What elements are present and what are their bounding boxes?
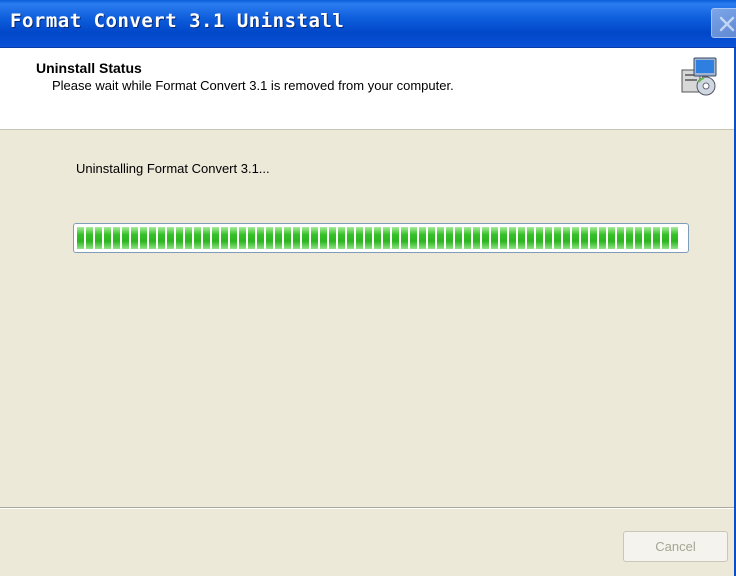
progress-segment <box>311 227 318 249</box>
progress-segment <box>527 227 534 249</box>
status-text: Uninstalling Format Convert 3.1... <box>76 161 270 176</box>
progress-segment <box>671 227 678 249</box>
progress-segment <box>329 227 336 249</box>
progress-segment <box>518 227 525 249</box>
progress-segment <box>590 227 597 249</box>
progress-segment <box>338 227 345 249</box>
progress-segment <box>608 227 615 249</box>
progress-segment <box>158 227 165 249</box>
progress-segment <box>473 227 480 249</box>
progress-segment <box>644 227 651 249</box>
progress-segment <box>554 227 561 249</box>
progress-segment <box>230 227 237 249</box>
progress-segment <box>113 227 120 249</box>
progress-segment <box>266 227 273 249</box>
progress-segment <box>347 227 354 249</box>
progress-segment <box>536 227 543 249</box>
progress-segment <box>320 227 327 249</box>
close-icon <box>719 16 735 32</box>
progress-segment <box>401 227 408 249</box>
progress-segment <box>275 227 282 249</box>
progress-segment <box>212 227 219 249</box>
progress-segment <box>626 227 633 249</box>
progress-bar <box>73 223 689 253</box>
progress-segment <box>167 227 174 249</box>
progress-segment <box>176 227 183 249</box>
progress-segment <box>86 227 93 249</box>
progress-segment <box>662 227 669 249</box>
progress-segment <box>257 227 264 249</box>
progress-segment <box>356 227 363 249</box>
progress-segment <box>149 227 156 249</box>
progress-segment <box>95 227 102 249</box>
progress-segment <box>599 227 606 249</box>
header-title: Uninstall Status <box>36 60 142 76</box>
progress-segment <box>221 227 228 249</box>
progress-segment <box>653 227 660 249</box>
progress-segment <box>185 227 192 249</box>
progress-segment <box>104 227 111 249</box>
progress-segment <box>482 227 489 249</box>
header-panel: Uninstall Status Please wait while Forma… <box>0 48 736 130</box>
progress-segment <box>374 227 381 249</box>
progress-segment <box>491 227 498 249</box>
progress-segment <box>392 227 399 249</box>
progress-segment <box>410 227 417 249</box>
progress-segment <box>428 227 435 249</box>
progress-segment <box>239 227 246 249</box>
progress-segment <box>302 227 309 249</box>
progress-segment <box>284 227 291 249</box>
progress-segment <box>545 227 552 249</box>
progress-segment <box>455 227 462 249</box>
footer-divider <box>0 507 736 509</box>
progress-segment <box>464 227 471 249</box>
cancel-button[interactable]: Cancel <box>623 531 728 562</box>
progress-segment <box>509 227 516 249</box>
progress-segment <box>437 227 444 249</box>
progress-segment <box>203 227 210 249</box>
installer-icon <box>681 57 717 96</box>
progress-fill <box>77 227 685 249</box>
progress-segment <box>563 227 570 249</box>
progress-segment <box>635 227 642 249</box>
progress-segment <box>581 227 588 249</box>
progress-segment <box>500 227 507 249</box>
header-subtitle: Please wait while Format Convert 3.1 is … <box>52 78 454 93</box>
progress-segment <box>617 227 624 249</box>
window-title: Format Convert 3.1 Uninstall <box>10 10 345 32</box>
progress-segment <box>140 227 147 249</box>
progress-segment <box>446 227 453 249</box>
content-area: Uninstalling Format Convert 3.1... <box>0 131 736 476</box>
progress-segment <box>77 227 84 249</box>
progress-segment <box>122 227 129 249</box>
progress-segment <box>572 227 579 249</box>
title-bar: Format Convert 3.1 Uninstall <box>0 0 736 48</box>
progress-segment <box>419 227 426 249</box>
progress-segment <box>365 227 372 249</box>
progress-segment <box>131 227 138 249</box>
progress-segment <box>383 227 390 249</box>
progress-segment <box>293 227 300 249</box>
progress-segment <box>194 227 201 249</box>
progress-segment <box>248 227 255 249</box>
close-button[interactable] <box>711 8 736 38</box>
